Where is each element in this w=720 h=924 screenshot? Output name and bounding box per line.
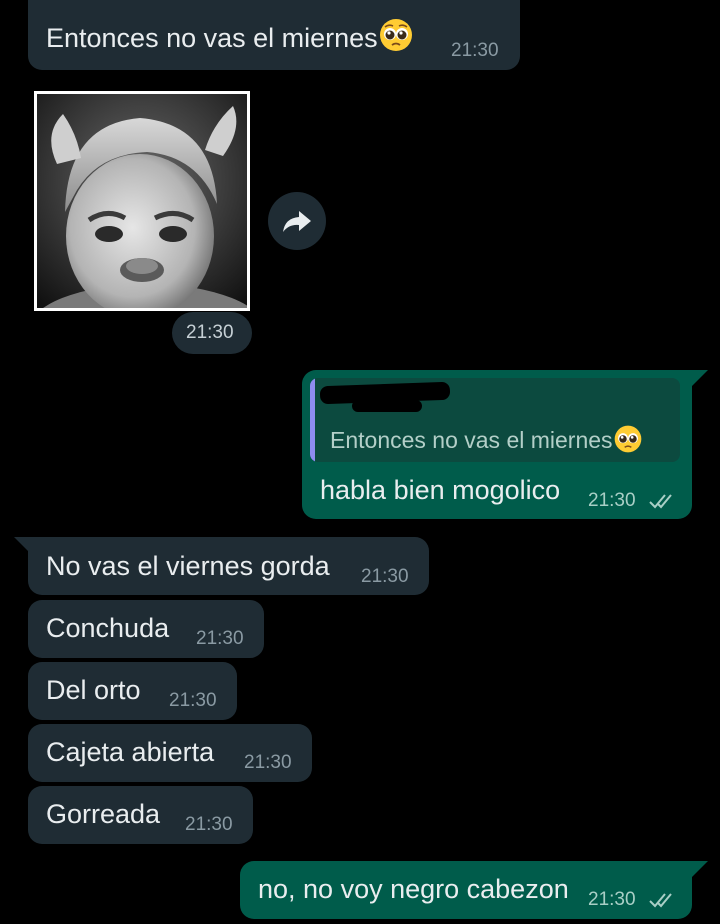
message-bubble-outgoing[interactable]: Entonces no vas el miernes habla bien mo… <box>302 370 692 519</box>
message-time: 21:30 <box>451 40 499 61</box>
message-text: No vas el viernes gorda <box>46 551 330 581</box>
message-time: 21:30 <box>588 889 636 910</box>
message-time: 21:30 <box>185 814 233 835</box>
message-time: 21:30 <box>169 690 217 711</box>
quote-accent-bar <box>310 378 315 462</box>
message-time: 21:30 <box>244 752 292 773</box>
message-bubble-incoming[interactable]: Gorreada 21:30 <box>28 786 253 844</box>
forward-arrow-icon <box>283 211 311 232</box>
message-bubble-outgoing[interactable]: no, no voy negro cabezon 21:30 <box>240 861 692 919</box>
message-text: Cajeta abierta <box>46 737 215 767</box>
chat-conversation: Entonces no vas el miernes 21:30 21:30 E… <box>0 0 720 924</box>
image-message[interactable] <box>34 91 250 311</box>
double-check-icon <box>649 494 672 509</box>
toddler-photo <box>37 94 247 308</box>
message-bubble-incoming[interactable]: Entonces no vas el miernes 21:30 <box>28 0 520 70</box>
double-check-icon <box>649 893 672 908</box>
message-text: no, no voy negro cabezon <box>258 874 569 904</box>
message-text: habla bien mogolico <box>320 475 561 505</box>
bubble-tail <box>692 370 708 386</box>
message-text: Del orto <box>46 675 141 705</box>
image-time-badge: 21:30 <box>172 312 252 354</box>
quoted-message[interactable]: Entonces no vas el miernes <box>310 378 680 462</box>
forward-button[interactable] <box>268 192 326 250</box>
message-bubble-incoming[interactable]: Cajeta abierta 21:30 <box>28 724 312 782</box>
message-text: Conchuda <box>46 613 170 643</box>
message-time: 21:30 <box>361 566 409 587</box>
message-time: 21:30 <box>186 322 234 343</box>
pleading-face-emoji <box>614 425 641 453</box>
pleading-face-emoji <box>379 19 412 51</box>
message-text: Entonces no vas el miernes <box>46 23 378 53</box>
bubble-tail <box>692 861 708 877</box>
quoted-text: Entonces no vas el miernes <box>330 427 613 453</box>
message-time: 21:30 <box>588 490 636 511</box>
message-text: Gorreada <box>46 799 161 829</box>
redacted-author-name-mark <box>352 400 422 412</box>
message-time: 21:30 <box>196 628 244 649</box>
message-bubble-incoming[interactable]: Conchuda 21:30 <box>28 600 264 658</box>
message-bubble-incoming[interactable]: No vas el viernes gorda 21:30 <box>28 537 429 595</box>
message-bubble-incoming[interactable]: Del orto 21:30 <box>28 662 237 720</box>
